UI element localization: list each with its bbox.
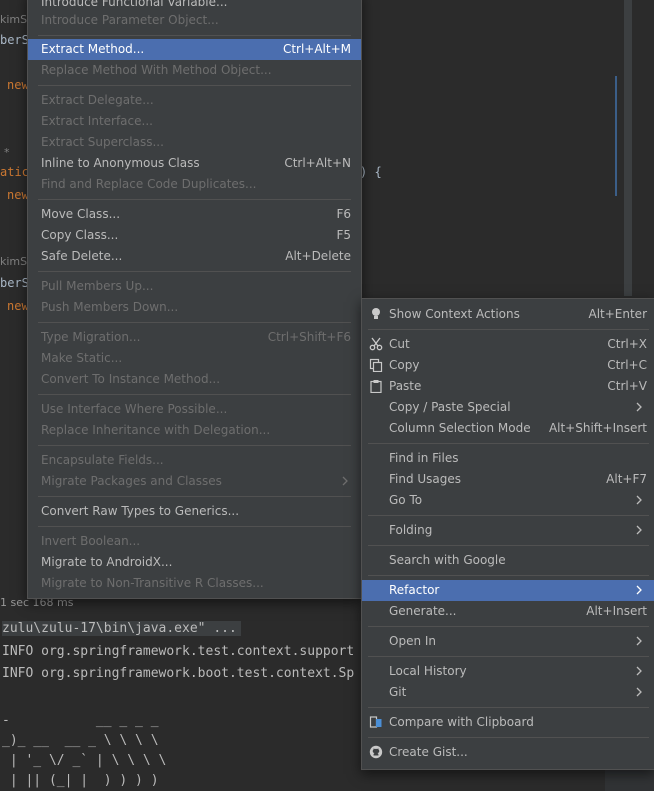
chevron-right-icon [633,520,645,541]
change-marker [615,76,617,196]
menu-item-replace-method-with-method-object[interactable]: Replace Method With Method Object... [28,60,361,81]
menu-item-introduce-parameter-object[interactable]: Introduce Parameter Object... [28,10,361,31]
editor-context-menu: Show Context Actions Alt+Enter Cut Ctrl+X … [361,298,654,770]
menu-item-migrate-packages-and-classes[interactable]: Migrate Packages and Classes [28,471,361,492]
chevron-right-icon [633,661,645,682]
console-banner-line: | || (_| | ) ) ) ) [2,773,159,788]
menu-item-go-to[interactable]: Go To [362,490,654,511]
menu-separator [38,322,351,323]
code-fragment: ) { [360,165,382,179]
chevron-right-icon [633,682,645,703]
menu-item-search-with-google[interactable]: Search with Google [362,550,654,571]
code-fragment: new [7,78,29,92]
menu-item-replace-inheritance-with-delegation[interactable]: Replace Inheritance with Delegation... [28,420,361,441]
menu-item-git[interactable]: Git [362,682,654,703]
menu-item-pull-members-up[interactable]: Pull Members Up... [28,276,361,297]
menu-item-extract-interface[interactable]: Extract Interface... [28,111,361,132]
code-fragment: atic [0,165,29,179]
compare-icon [369,715,383,729]
menu-item-create-gist[interactable]: Create Gist... [362,742,654,763]
refactor-submenu: Introduce Functional Variable... Introdu… [27,0,362,599]
menu-item-paste[interactable]: Paste Ctrl+V [362,376,654,397]
menu-item-encapsulate-fields[interactable]: Encapsulate Fields... [28,450,361,471]
menu-separator [368,443,649,444]
chevron-right-icon [339,471,351,492]
menu-separator [368,707,649,708]
menu-item-refactor[interactable]: Refactor [362,580,654,601]
scissors-icon [369,337,383,351]
menu-separator [368,656,649,657]
menu-separator [38,85,351,86]
menu-item-column-selection-mode[interactable]: Column Selection Mode Alt+Shift+Insert [362,418,654,439]
console-log-line: INFO org.springframework.boot.test.conte… [2,666,355,681]
editor-scrollbar[interactable] [624,0,632,296]
clipboard-icon [369,379,383,393]
chevron-right-icon [633,580,645,601]
menu-item-make-static[interactable]: Make Static... [28,348,361,369]
menu-item-convert-raw-types-to-generics[interactable]: Convert Raw Types to Generics... [28,501,361,522]
menu-item-migrate-to-androidx[interactable]: Migrate to AndroidX... [28,552,361,573]
menu-item-copy[interactable]: Copy Ctrl+C [362,355,654,376]
code-fragment: * [4,146,10,159]
menu-separator [38,199,351,200]
chevron-right-icon [633,631,645,652]
menu-separator [368,575,649,576]
menu-item-generate[interactable]: Generate... Alt+Insert [362,601,654,622]
menu-item-copy-class[interactable]: Copy Class... F5 [28,225,361,246]
menu-item-copy-paste-special[interactable]: Copy / Paste Special [362,397,654,418]
menu-item-convert-to-instance-method[interactable]: Convert To Instance Method... [28,369,361,390]
menu-item-extract-delegate[interactable]: Extract Delegate... [28,90,361,111]
menu-item-extract-method[interactable]: Extract Method... Ctrl+Alt+M [28,39,361,60]
menu-separator [368,329,649,330]
menu-item-inline-to-anonymous-class[interactable]: Inline to Anonymous Class Ctrl+Alt+N [28,153,361,174]
copy-icon [369,358,383,372]
menu-separator [368,626,649,627]
menu-item-cut[interactable]: Cut Ctrl+X [362,334,654,355]
chevron-right-icon [633,397,645,418]
chevron-right-icon [633,490,645,511]
menu-item-find-usages[interactable]: Find Usages Alt+F7 [362,469,654,490]
menu-item-safe-delete[interactable]: Safe Delete... Alt+Delete [28,246,361,267]
console-banner-line: - __ _ _ _ [2,713,159,728]
menu-item-find-replace-duplicates[interactable]: Find and Replace Code Duplicates... [28,174,361,195]
menu-item-migrate-non-transitive-r[interactable]: Migrate to Non-Transitive R Classes... [28,573,361,594]
code-fragment: new [7,299,29,313]
bulb-icon [369,307,383,321]
menu-item-use-interface-where-possible[interactable]: Use Interface Where Possible... [28,399,361,420]
menu-item-open-in[interactable]: Open In [362,631,654,652]
menu-separator [38,35,351,36]
menu-item-extract-superclass[interactable]: Extract Superclass... [28,132,361,153]
menu-separator [368,515,649,516]
menu-item-compare-with-clipboard[interactable]: Compare with Clipboard [362,712,654,733]
menu-item-type-migration[interactable]: Type Migration... Ctrl+Shift+F6 [28,327,361,348]
code-fragment: new [7,188,29,202]
console-command-line: zulu\zulu-17\bin\java.exe" ... [2,621,241,636]
console-banner-line: _)_ __ __ _ \ \ \ \ [2,733,159,748]
menu-item-local-history[interactable]: Local History [362,661,654,682]
menu-item-push-members-down[interactable]: Push Members Down... [28,297,361,318]
menu-separator [38,445,351,446]
menu-item-show-context-actions[interactable]: Show Context Actions Alt+Enter [362,304,654,325]
code-fragment: berS [0,33,29,47]
menu-separator [38,394,351,395]
menu-separator [368,545,649,546]
github-icon [369,745,383,759]
menu-separator [38,526,351,527]
menu-item-folding[interactable]: Folding [362,520,654,541]
menu-item-invert-boolean[interactable]: Invert Boolean... [28,531,361,552]
console-log-line: INFO org.springframework.test.context.su… [2,644,355,659]
menu-separator [38,496,351,497]
menu-item-move-class[interactable]: Move Class... F6 [28,204,361,225]
console-banner-line: | '_ \/ _` | \ \ \ \ [2,753,167,768]
menu-separator [38,271,351,272]
menu-item-find-in-files[interactable]: Find in Files [362,448,654,469]
menu-separator [368,737,649,738]
